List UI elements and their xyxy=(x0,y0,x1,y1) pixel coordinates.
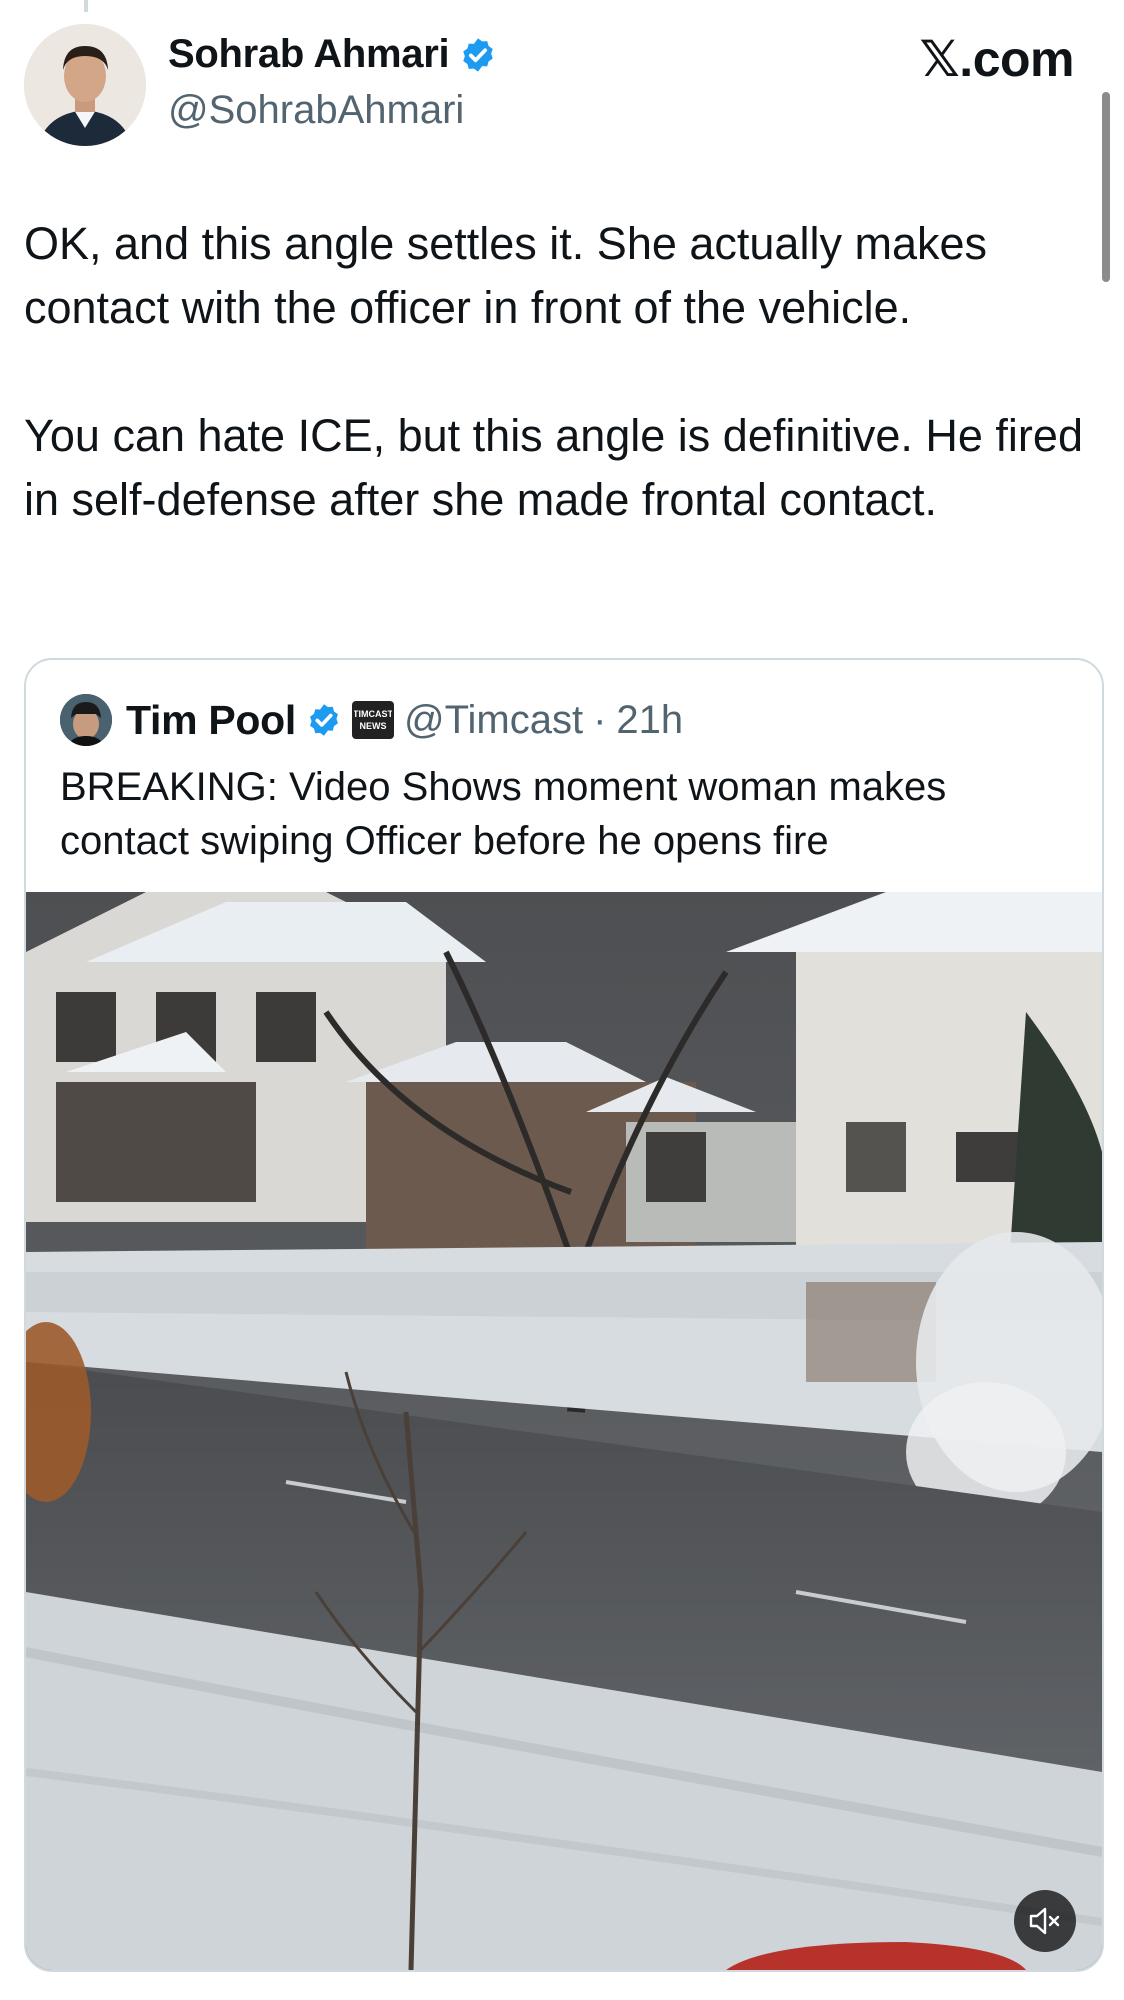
quoted-tweet-card[interactable]: Tim Pool TIMCAST NEWS @Timcast · 21h BRE… xyxy=(24,658,1104,1972)
mute-button[interactable] xyxy=(1014,1890,1076,1952)
video-player[interactable] xyxy=(26,892,1102,1970)
svg-text:TIMCAST: TIMCAST xyxy=(354,709,392,719)
svg-text:NEWS: NEWS xyxy=(359,721,386,731)
author-avatar[interactable] xyxy=(24,24,146,146)
dot-separator: · xyxy=(593,697,607,742)
affiliate-badge-icon[interactable]: TIMCAST NEWS xyxy=(351,701,394,739)
mute-icon xyxy=(1029,1907,1060,1935)
tweet-text: OK, and this angle settles it. She actua… xyxy=(24,218,1083,525)
verified-badge-icon xyxy=(310,704,338,736)
quoted-author-avatar[interactable] xyxy=(60,694,112,746)
scrollbar[interactable] xyxy=(1102,92,1110,282)
quoted-timestamp[interactable]: 21h xyxy=(616,698,683,743)
quoted-author-handle[interactable]: @Timcast xyxy=(404,698,583,743)
site-brand: 𝕏.com xyxy=(919,31,1075,87)
author-display-name[interactable]: Sohrab Ahmari xyxy=(168,32,450,77)
video-frame-image xyxy=(26,892,1102,1970)
verified-badge-icon xyxy=(463,37,494,72)
quoted-tweet-text: BREAKING: Video Shows moment woman makes… xyxy=(60,765,958,863)
thread-connector-line xyxy=(84,0,88,12)
quoted-author-display-name[interactable]: Tim Pool xyxy=(126,697,296,744)
quoted-tweet-header: Tim Pool TIMCAST NEWS @Timcast · 21h xyxy=(60,694,683,746)
author-handle[interactable]: @SohrabAhmari xyxy=(168,88,464,133)
